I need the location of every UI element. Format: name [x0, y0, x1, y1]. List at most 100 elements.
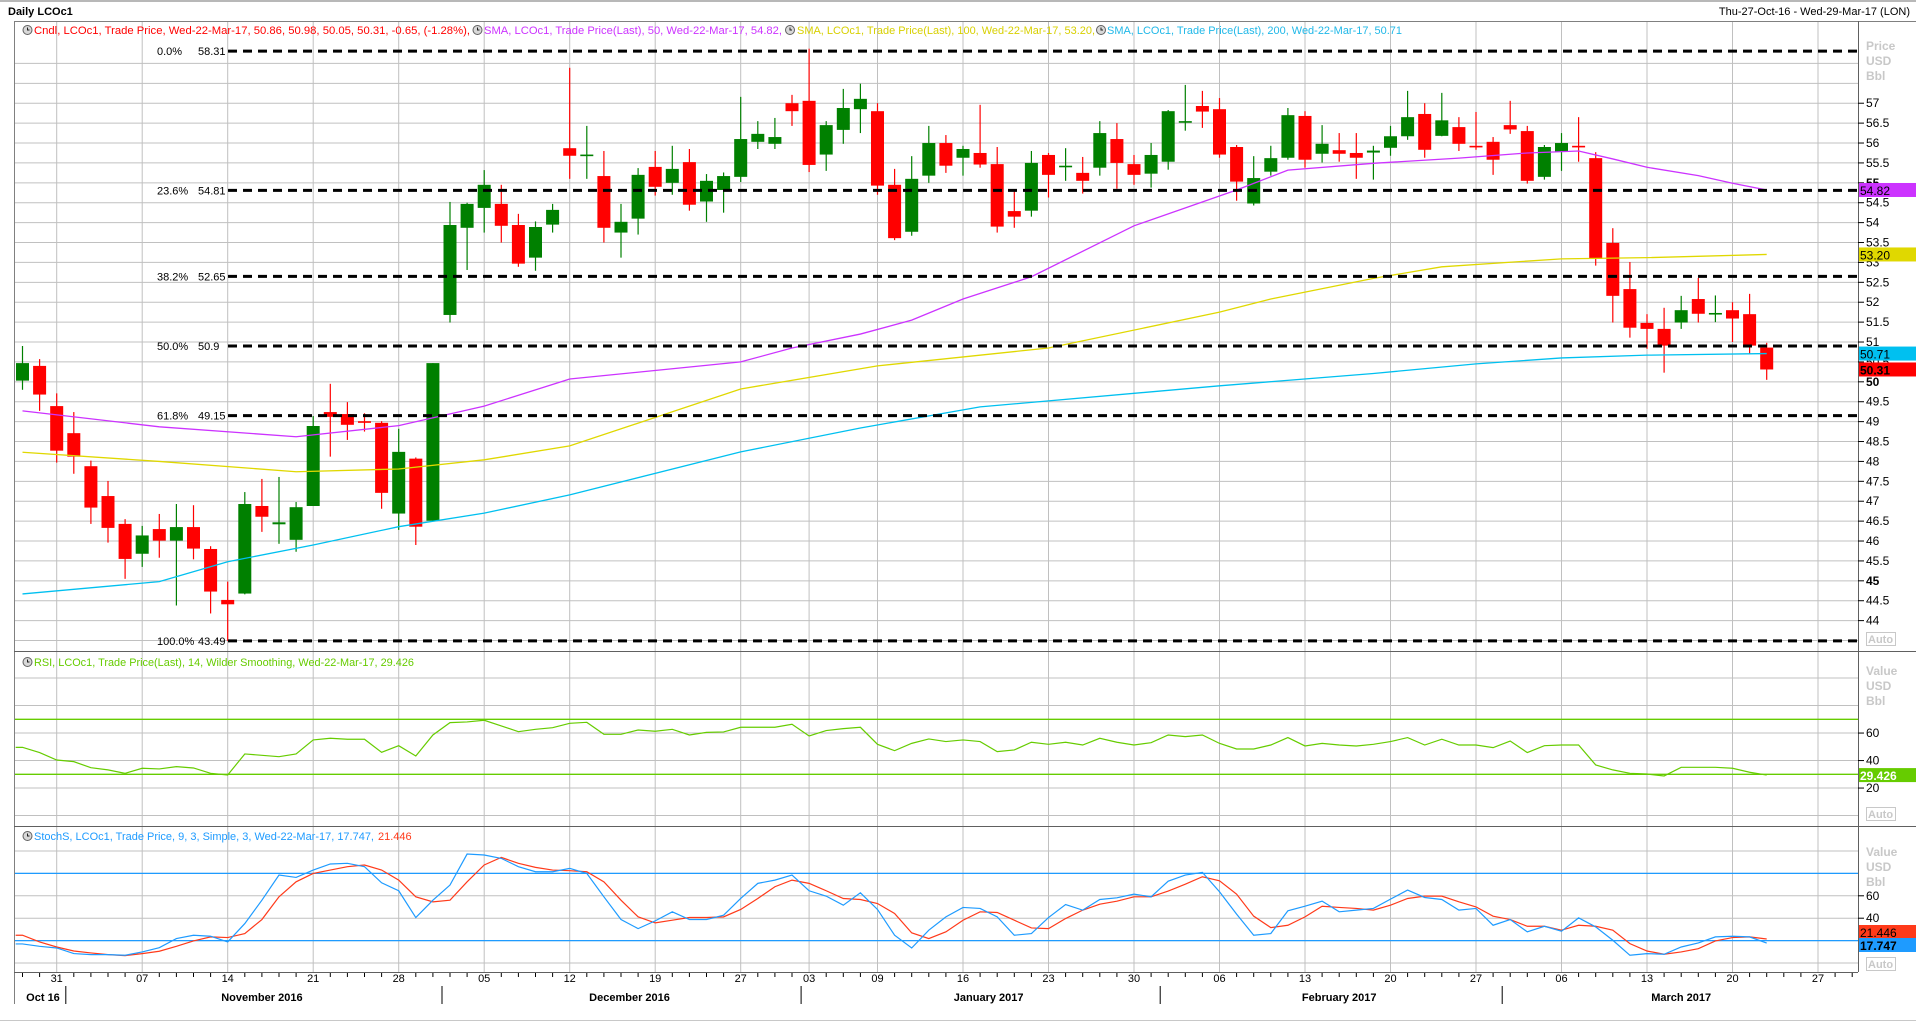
last-value-tag: 29.426: [1859, 768, 1916, 783]
candle-body: [289, 507, 303, 540]
auto-scale-button[interactable]: Auto: [1866, 632, 1896, 647]
date-label: 30: [1128, 973, 1140, 985]
axis-tick-label: 51.5: [1866, 315, 1890, 329]
axis-tick-label: 49: [1866, 415, 1880, 429]
candle-body: [306, 425, 320, 506]
candle-body: [1486, 141, 1500, 160]
date-label: 13: [1299, 973, 1311, 985]
clock-icon[interactable]: [22, 831, 33, 841]
clock-icon[interactable]: [22, 25, 33, 35]
auto-scale-label: Auto: [1868, 959, 1893, 971]
fib-level-percent: 50.0%: [157, 341, 188, 353]
candle-up: [238, 492, 252, 595]
candle-body: [50, 406, 64, 451]
candle-body: [614, 221, 628, 233]
candle-body: [956, 148, 970, 158]
candle-body: [1366, 150, 1380, 153]
date-label: 31: [51, 973, 63, 985]
date-label: 21: [307, 973, 319, 985]
date-label: 13: [1641, 973, 1653, 985]
candle-body: [1589, 158, 1603, 259]
axis-tick-label: 56.5: [1866, 116, 1890, 130]
clock-icon[interactable]: [472, 25, 483, 35]
candle-body: [1127, 164, 1141, 175]
candle-body: [1178, 121, 1192, 123]
stoch-legend: StochS, LCOc1, Trade Price, 9, 3, Simple…: [34, 831, 374, 843]
auto-scale-button[interactable]: Auto: [1866, 957, 1896, 972]
axis-tick-label: 44.5: [1866, 594, 1890, 608]
candle-body: [1076, 172, 1090, 181]
auto-scale-button[interactable]: Auto: [1866, 807, 1896, 822]
price-legend: Cndl, LCOc1, Trade Price, Wed-22-Mar-17,…: [22, 25, 1402, 37]
date-label: 27: [1812, 973, 1824, 985]
candle-body: [1760, 347, 1774, 370]
candle-down: [871, 103, 884, 195]
candle-body: [1452, 127, 1466, 144]
candle-body: [375, 422, 389, 493]
candle-body: [1555, 143, 1568, 152]
candle-up: [426, 363, 440, 522]
axis-tick-label: 52.5: [1866, 275, 1890, 289]
candle-body: [204, 548, 218, 592]
candle-body: [135, 535, 149, 554]
axis-tick-label: 47: [1866, 494, 1880, 508]
last-value-tag: 54.82: [1859, 182, 1916, 198]
candle-body: [990, 164, 1004, 227]
axis-tick-label: 52: [1866, 295, 1880, 309]
axis-unit-label: Bbl: [1866, 875, 1885, 889]
axis-tick-label: 48: [1866, 454, 1880, 468]
candle-body: [1418, 113, 1432, 150]
candle-down: [1520, 125, 1534, 184]
date-label: 09: [871, 973, 883, 985]
candle-body: [1674, 310, 1688, 323]
fib-level-percent: 100.0%: [157, 636, 195, 648]
candle-body: [1401, 117, 1415, 137]
fib-level-price: 49.15: [198, 411, 226, 423]
candle-body: [1520, 131, 1534, 181]
date-label: 16: [957, 973, 969, 985]
candle-body: [1110, 139, 1124, 163]
axis-tick-label: 45.5: [1866, 554, 1890, 568]
axis-tick-label: 55.5: [1866, 156, 1890, 170]
fib-level-percent: 0.0%: [157, 46, 182, 58]
candle-body: [717, 176, 731, 190]
fib-level-percent: 38.2%: [157, 271, 188, 283]
last-value-tag-label: 53.20: [1860, 248, 1890, 262]
date-label: 23: [1042, 973, 1054, 985]
candle-body: [1435, 120, 1449, 136]
candle-body: [1332, 150, 1346, 154]
candle-body: [871, 111, 884, 186]
date-label: 03: [803, 973, 815, 985]
candle-legend: Cndl, LCOc1, Trade Price, Wed-22-Mar-17,…: [34, 25, 470, 37]
sma50-legend: SMA, LCOc1, Trade Price(Last), 50, Wed-2…: [484, 25, 782, 37]
candle-body: [1691, 299, 1705, 314]
candle-body: [1726, 310, 1739, 319]
clock-icon[interactable]: [1096, 25, 1106, 35]
date-label: 28: [393, 973, 405, 985]
candle-body: [1281, 115, 1295, 158]
candle-body: [819, 125, 833, 155]
candle-body: [272, 522, 286, 525]
axis-tick-label: 40: [1866, 911, 1880, 925]
candle-body: [101, 496, 115, 528]
clock-icon[interactable]: [22, 657, 33, 667]
candle-body: [33, 365, 47, 395]
candle-body: [152, 529, 166, 541]
axis-tick-label: 57: [1866, 96, 1880, 110]
axis-tick-label: 60: [1866, 726, 1880, 740]
axis-tick-label: 54: [1866, 216, 1880, 230]
candle-body: [1503, 125, 1517, 130]
candle-down: [1589, 152, 1603, 266]
last-value-tag: 53.20: [1859, 247, 1916, 262]
last-value-tag-label: 50.71: [1860, 348, 1890, 362]
candle-body: [631, 174, 645, 219]
candle-body: [1572, 145, 1586, 148]
clock-icon[interactable]: [785, 25, 795, 35]
axis-tick-label: 53.5: [1866, 236, 1890, 250]
candle-body: [1640, 322, 1654, 329]
candle-down: [1298, 111, 1312, 168]
rsi-legend: RSI, LCOc1, Trade Price(Last), 14, Wilde…: [34, 657, 414, 669]
last-value-tag-label: 21.446: [1860, 926, 1897, 940]
chart-window: Daily LCOc1 Thu-27-Oct-16 - Wed-29-Mar-1…: [0, 0, 1916, 1022]
axis-unit-label: Value: [1866, 845, 1898, 859]
